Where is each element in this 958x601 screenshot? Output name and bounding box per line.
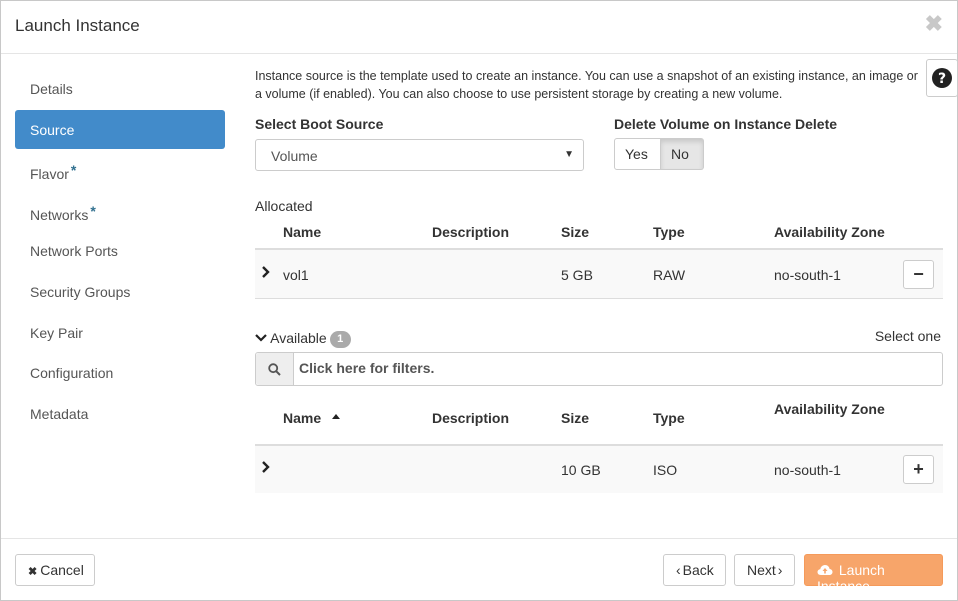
close-icon[interactable]: ✖ [925,11,943,37]
boot-source-select[interactable]: Volume ▼ [255,139,584,171]
available-col-name-label: Name [283,410,322,426]
sidebar-item-label: Flavor [30,166,69,183]
available-col-zone[interactable]: Availability Zone [774,401,885,417]
allocated-row-name: vol1 [283,267,309,283]
sidebar-item-label: Details [30,81,73,97]
chevron-right-icon[interactable] [261,460,271,477]
allocated-row-type: RAW [653,267,686,283]
wizard-sidebar: Details Source Flavor * Networks * Network… [15,69,225,434]
sort-asc-icon [332,414,341,419]
chevron-left-icon: ‹ [676,562,681,578]
sidebar-item-metadata[interactable]: Metadata [15,394,225,433]
deallocate-button[interactable]: − [903,260,934,289]
plus-icon: + [913,459,924,479]
chevron-right-icon: › [777,562,783,578]
available-col-size[interactable]: Size [561,410,589,426]
back-label: Back [682,562,714,578]
allocated-col-type: Type [653,224,685,240]
question-circle-icon: ? [932,68,952,88]
search-icon [268,363,281,376]
sidebar-item-label: Configuration [30,365,114,382]
sidebar-item-label: Key Pair [30,324,83,341]
available-row-zone: no-south-1 [774,462,841,478]
source-step-content: Instance source is the template used to … [255,67,943,103]
available-col-description[interactable]: Description [432,410,509,426]
select-one-hint: Select one [874,328,941,344]
allocated-col-size: Size [561,224,590,240]
filter-addon [256,353,294,385]
dialog-title: Launch Instance [15,16,140,35]
launch-instance-dialog: Launch Instance ✖ Details Source Flavor *… [0,0,958,601]
available-count-badge: 1 [329,331,351,348]
allocated-col-name: Name [283,224,322,240]
sidebar-item-label: Security Groups [30,283,131,300]
help-button[interactable]: ? [926,59,958,97]
cloud-upload-icon [817,565,833,575]
sidebar-item-configuration[interactable]: Configuration [15,353,225,392]
minus-icon: − [913,264,924,284]
caret-down-icon: ▼ [564,149,574,160]
allocated-label: Allocated [255,198,313,214]
chevron-right-icon[interactable] [261,265,271,282]
allocated-row-size: 5 GB [561,267,593,283]
sidebar-item-flavor[interactable]: Flavor * [15,150,225,189]
next-button[interactable]: Next › [734,554,795,586]
back-button[interactable]: ‹ Back [663,554,726,586]
svg-text:?: ? [938,71,946,87]
sidebar-item-networks[interactable]: Networks * [15,191,225,230]
next-label: Next [747,562,776,578]
allocate-button[interactable]: + [903,455,934,484]
available-col-type[interactable]: Type [653,410,685,426]
source-help-text: Instance source is the template used to … [255,69,918,101]
allocated-col-description: Description [432,224,510,240]
available-row-size: 10 GB [561,462,601,478]
sidebar-item-details[interactable]: Details [15,69,225,108]
available-label: Available [270,330,327,346]
filter-bar[interactable]: Click here for filters. [255,352,943,386]
filter-input[interactable]: Click here for filters. [299,360,434,376]
sidebar-item-security-groups[interactable]: Security Groups [15,272,225,311]
sidebar-item-label: Networks [30,206,89,223]
cancel-label: Cancel [40,562,84,578]
close-icon: ✖ [28,566,38,578]
delete-volume-label: Delete Volume on Instance Delete [614,116,838,132]
delete-volume-toggle: Yes No [614,138,704,170]
allocated-col-zone: Availability Zone [774,224,885,240]
available-row-type: ISO [653,462,678,478]
delete-no-button[interactable]: No [661,138,704,170]
available-toggle[interactable]: Available 1 [255,330,351,348]
cancel-button[interactable]: ✖ Cancel [15,554,95,586]
boot-source-label: Select Boot Source [255,116,384,132]
delete-yes-button[interactable]: Yes [614,138,661,170]
dialog-header: Launch Instance ✖ [1,1,957,54]
launch-instance-button[interactable]: Launch Instance [804,554,943,594]
sidebar-item-key-pair[interactable]: Key Pair [15,313,225,352]
required-mark: * [90,202,96,219]
allocated-row-zone: no-south-1 [774,267,841,283]
boot-source-value: Volume [271,148,318,164]
dialog-footer: ✖ Cancel ‹ Back Next › Launch Instance [1,538,957,601]
chevron-down-icon [255,334,267,342]
row-divider [255,298,943,299]
available-col-name[interactable]: Name [283,410,341,426]
sidebar-item-label: Metadata [30,405,89,422]
sidebar-item-source[interactable]: Source [15,109,225,149]
sidebar-item-network-ports[interactable]: Network Ports [15,231,225,270]
sidebar-item-label: Source [30,121,75,138]
sidebar-item-label: Network Ports [30,243,118,260]
required-mark: * [70,162,77,179]
